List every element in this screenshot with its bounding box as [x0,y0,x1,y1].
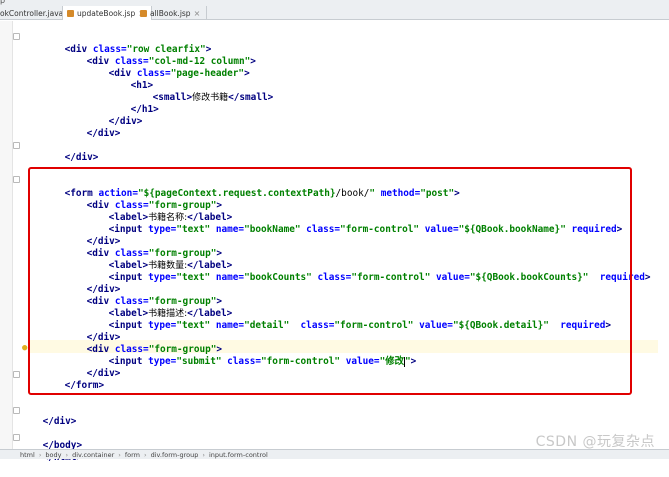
breadcrumb-item[interactable]: html [20,451,35,459]
fold-icon[interactable] [13,407,20,414]
editor-tab-bar: p okController.java × updateBook.jsp × a… [0,0,669,20]
gutter-divider [12,21,13,449]
top-stub-text: p [0,0,6,5]
jsp-file-icon [67,10,74,17]
jsp-file-icon [140,10,147,17]
code-line: </div> [42,416,77,427]
breadcrumb-item[interactable]: div.container [72,451,114,459]
breadcrumb: html › body › div.container › form › div… [0,449,669,459]
code-editor[interactable]: ● <div class="row clearfix"> <div class=… [0,21,669,463]
breadcrumb-item[interactable]: form [125,451,140,459]
fold-icon[interactable] [13,33,20,40]
close-icon[interactable]: × [194,9,201,18]
fold-icon[interactable] [13,176,20,183]
breadcrumb-separator: › [202,450,205,459]
tab-label: allBook.jsp [150,9,191,18]
editor-gutter [0,21,12,449]
breadcrumb-item[interactable]: body [45,451,61,459]
tab-label: updateBook.jsp [77,9,136,18]
breadcrumb-item[interactable]: div.form-group [151,451,199,459]
code-line: </div> [64,152,99,163]
csdn-watermark: CSDN @玩复杂点 [535,434,655,450]
tab-allbook[interactable]: allBook.jsp × [136,6,208,20]
tab-label: okController.java [0,9,64,18]
fold-icon[interactable] [13,142,20,149]
lightbulb-icon[interactable]: ● [22,343,27,353]
breadcrumb-separator: › [38,450,42,459]
breadcrumb-item[interactable]: input.form-control [209,451,268,459]
fold-icon[interactable] [13,434,20,441]
breadcrumb-separator: › [144,450,147,459]
fold-icon[interactable] [13,371,20,378]
breadcrumb-separator: › [118,450,121,459]
breadcrumb-separator: › [65,450,69,459]
form-highlight-box [28,167,632,395]
code-line: </div> [86,128,121,139]
